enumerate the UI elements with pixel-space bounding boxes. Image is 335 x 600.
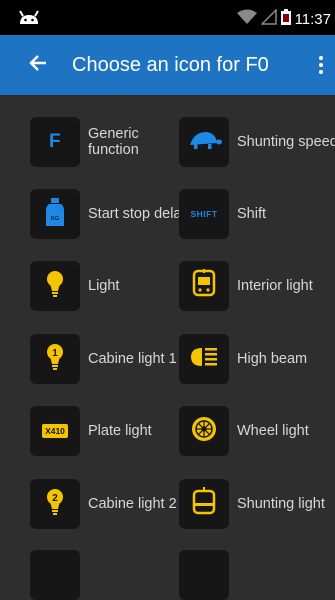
shift-icon: SHIFT: [190, 209, 218, 219]
icon-tile: 2: [30, 479, 80, 529]
icon-option-interior-light[interactable]: Interior light: [179, 255, 335, 311]
cabine-number: 1: [52, 348, 58, 359]
light-bulb-icon: [45, 270, 65, 303]
icon-option-generic-function[interactable]: F Generic function: [30, 111, 190, 167]
icon-option-cabine-light-1[interactable]: 1 Cabine light 1: [30, 328, 190, 384]
cabine-light-2-icon: 2: [45, 488, 65, 521]
icon-option-plate-light[interactable]: X410 Plate light: [30, 400, 190, 456]
icon-option-shift[interactable]: SHIFT Shift: [179, 183, 335, 239]
weight-bottle-icon: KG: [45, 197, 65, 232]
signal-icon: [259, 8, 277, 29]
android-icon: [18, 9, 40, 30]
overflow-menu-icon[interactable]: [315, 51, 327, 79]
icon-tile: SHIFT: [179, 189, 229, 239]
svg-text:F: F: [49, 131, 61, 152]
icon-tile: F: [30, 117, 80, 167]
icon-option-label: Interior light: [237, 278, 313, 294]
icon-tile: [30, 261, 80, 311]
icon-tile: [179, 261, 229, 311]
icon-option-label: Shunting light: [237, 496, 325, 512]
icon-tile: [179, 334, 229, 384]
icon-tile-partial[interactable]: [179, 550, 229, 600]
icon-option-cabine-light-2[interactable]: 2 Cabine light 2: [30, 473, 190, 529]
status-time: 11:37: [294, 10, 331, 28]
icon-option-shunting-speed[interactable]: Shunting speed: [179, 111, 335, 167]
icon-option-label: Light: [88, 278, 120, 294]
icon-option-label: Cabine light 2: [88, 496, 177, 512]
cabine-light-1-icon: 1: [45, 343, 65, 376]
back-arrow-icon[interactable]: [26, 51, 50, 75]
turtle-icon: [186, 129, 222, 156]
icon-option-start-stop-delay[interactable]: KG Start stop delay: [30, 183, 190, 239]
status-bar: 11:37: [0, 0, 335, 35]
icon-tile: [179, 479, 229, 529]
icon-tile: X410: [30, 406, 80, 456]
f-letter-icon: F: [43, 128, 67, 157]
icon-option-high-beam[interactable]: High beam: [179, 328, 335, 384]
page-title: Choose an icon for F0: [72, 54, 269, 76]
icon-tile: 1: [30, 334, 80, 384]
icon-tile: KG: [30, 189, 80, 239]
battery-icon: [280, 9, 291, 29]
icon-option-label: Wheel light: [237, 423, 309, 439]
icon-option-label: Plate light: [88, 423, 152, 439]
plate-light-icon: X410: [42, 424, 68, 438]
weight-badge: KG: [51, 216, 59, 222]
wheel-light-icon: [190, 415, 218, 448]
shunting-light-icon: [192, 486, 216, 522]
app-bar: Choose an icon for F0: [0, 35, 335, 95]
cabine-number: 2: [52, 493, 58, 504]
icon-tile: [179, 406, 229, 456]
icon-grid: F Generic function Shunting speed KG Sta…: [0, 95, 335, 600]
icon-option-label: Shift: [237, 206, 267, 222]
icon-option-shunting-light[interactable]: Shunting light: [179, 473, 335, 529]
high-beam-icon: [189, 346, 219, 373]
icon-option-light[interactable]: Light: [30, 255, 190, 311]
interior-light-icon: [192, 268, 216, 304]
icon-option-label: Shunting speed: [237, 134, 335, 150]
wifi-icon: [236, 9, 257, 29]
icon-option-wheel-light[interactable]: Wheel light: [179, 400, 335, 456]
icon-option-label: Cabine light 1: [88, 351, 177, 367]
icon-option-label: High beam: [237, 351, 308, 367]
icon-option-label: Start stop delay: [88, 206, 189, 222]
icon-tile-partial[interactable]: [30, 550, 80, 600]
icon-tile: [179, 117, 229, 167]
icon-option-label: Generic function: [88, 126, 139, 158]
